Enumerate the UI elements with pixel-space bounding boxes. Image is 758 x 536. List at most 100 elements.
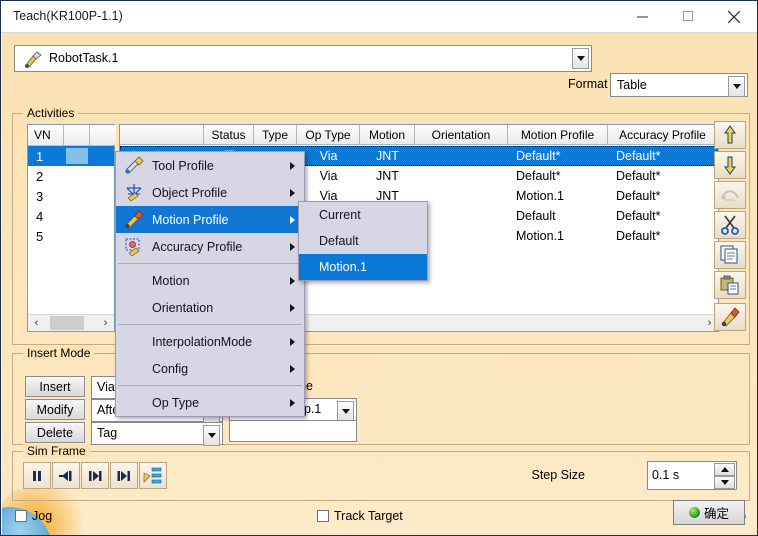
cut-button[interactable]	[714, 211, 746, 239]
insert-target-combo[interactable]: Tag	[91, 422, 223, 446]
minimize-button[interactable]	[619, 1, 665, 32]
track-target-checkbox[interactable]: Track Target	[317, 509, 403, 523]
step-size-decrement[interactable]	[714, 476, 735, 489]
format-combo[interactable]: Table	[610, 73, 748, 97]
step-forward-button[interactable]	[81, 462, 109, 489]
vn-row[interactable]: 2	[28, 166, 114, 186]
column-header-status[interactable]: Status	[204, 125, 254, 145]
vn-horizontal-scrollbar[interactable]: ‹ ›	[28, 314, 114, 331]
activities-side-toolbar	[714, 121, 748, 337]
format-dropdown-arrow[interactable]	[728, 76, 745, 97]
data-grid-header: Status Type Op Type Motion Orientation M…	[120, 125, 718, 146]
vn-row-number: 5	[36, 228, 44, 244]
cell-motion: JNT	[376, 149, 399, 163]
sim-frame-group: Sim Frame Step Size 0.1 s	[12, 444, 750, 501]
column-header-accuracy-profile[interactable]: Accuracy Profile	[608, 125, 718, 145]
ok-button[interactable]: 确定	[673, 500, 745, 525]
motion-profile-submenu: Current Default Motion.1	[298, 201, 428, 281]
ok-button-label: 确定	[703, 507, 729, 521]
cut-icon	[721, 215, 739, 235]
menu-item-op-type[interactable]: Op Type	[116, 389, 304, 416]
menu-item-config[interactable]: Config	[116, 355, 304, 382]
modify-button[interactable]: Modify	[25, 399, 85, 420]
teach-button[interactable]	[714, 303, 746, 331]
vn-row[interactable]: 4	[28, 206, 114, 226]
move-down-button[interactable]	[714, 151, 746, 179]
move-up-button[interactable]	[714, 121, 746, 149]
cell-motion-profile: Default*	[516, 169, 561, 183]
pause-button[interactable]	[23, 462, 51, 489]
copy-button[interactable]	[714, 241, 746, 269]
submenu-item-default[interactable]: Default	[299, 228, 427, 254]
step-size-input[interactable]: 0.1 s	[647, 461, 737, 490]
menu-item-object-profile[interactable]: Object Profile	[116, 179, 304, 206]
menu-item-motion[interactable]: Motion	[116, 267, 304, 294]
delete-button[interactable]: Delete	[25, 422, 85, 443]
menu-item-motion-profile[interactable]: Motion Profile	[116, 206, 304, 233]
menu-item-orientation[interactable]: Orientation	[116, 294, 304, 321]
accuracy-profile-icon	[125, 238, 140, 256]
chevron-right-icon	[290, 304, 295, 312]
column-header-op-type[interactable]: Op Type	[297, 125, 360, 145]
paste-button[interactable]	[714, 271, 746, 299]
teach-dialog-window: Teach(KR100P-1.1) RobotTask.1 Format Tab…	[0, 0, 758, 536]
step-size-increment[interactable]	[714, 463, 735, 476]
menu-item-label: Accuracy Profile	[152, 239, 243, 254]
step-size-label: Step Size	[531, 468, 585, 482]
cell-orientation	[415, 226, 508, 246]
vn-column-header-3[interactable]	[90, 125, 116, 145]
menu-item-accuracy-profile[interactable]: Accuracy Profile	[116, 233, 304, 260]
jump-to-end-icon	[117, 470, 130, 481]
jog-checkbox[interactable]: Jog	[15, 509, 52, 523]
vn-column-header-2[interactable]	[64, 125, 90, 145]
simulate-button[interactable]	[139, 462, 167, 489]
vn-row[interactable]: 5	[28, 226, 114, 246]
column-header-motion-profile[interactable]: Motion Profile	[508, 125, 608, 145]
reverse-button	[714, 181, 746, 209]
column-header-type[interactable]: Type	[254, 125, 297, 145]
pause-icon	[33, 470, 41, 481]
column-header-name[interactable]	[120, 125, 204, 145]
robot-task-dropdown-arrow[interactable]	[572, 48, 589, 69]
tag-group-dropdown-arrow[interactable]	[337, 401, 354, 422]
vn-row-color-swatch	[64, 146, 114, 166]
tag-name-input[interactable]	[229, 420, 357, 442]
menu-item-interpolation-mode[interactable]: InterpolationMode	[116, 328, 304, 355]
scrollbar-thumb[interactable]	[50, 316, 84, 330]
jog-checkbox-box	[15, 510, 27, 522]
vn-grid[interactable]: VN 1 2 3 4 5 ‹ ›	[27, 124, 116, 332]
cell-motion-profile: Motion.1	[516, 229, 564, 243]
submenu-item-motion-1[interactable]: Motion.1	[299, 254, 427, 280]
chevron-right-icon	[290, 189, 295, 197]
dialog-client-area: RobotTask.1 Format Table Activities VN 1	[2, 33, 757, 535]
scroll-right-icon[interactable]: ›	[97, 316, 114, 330]
vn-row[interactable]: 3	[28, 186, 114, 206]
format-label: Format	[568, 77, 608, 91]
vn-column-header[interactable]: VN	[28, 125, 64, 145]
maximize-button[interactable]	[665, 1, 711, 32]
robot-task-combo[interactable]: RobotTask.1	[14, 45, 592, 72]
jump-to-end-button[interactable]	[110, 462, 138, 489]
column-header-orientation[interactable]: Orientation	[415, 125, 508, 145]
insert-target-dropdown-arrow[interactable]	[203, 425, 220, 446]
menu-item-tool-profile[interactable]: Tool Profile	[116, 152, 304, 179]
step-back-button[interactable]	[52, 462, 80, 489]
vn-row[interactable]: 1	[28, 146, 114, 166]
move-up-icon	[724, 125, 736, 144]
insert-target-value: Tag	[97, 426, 118, 440]
insert-button[interactable]: Insert	[25, 376, 85, 397]
submenu-item-current[interactable]: Current	[299, 202, 427, 228]
cell-accuracy-profile: Default*	[616, 229, 661, 243]
column-header-motion[interactable]: Motion	[360, 125, 415, 145]
cell-motion-profile: Default	[516, 209, 556, 223]
vn-grid-header: VN	[28, 125, 116, 146]
vn-row-number: 2	[36, 168, 44, 184]
track-target-checkbox-box	[317, 510, 329, 522]
menu-item-label: Op Type	[152, 395, 200, 410]
chevron-right-icon	[290, 277, 295, 285]
close-button[interactable]	[711, 1, 757, 32]
menu-separator	[118, 385, 302, 386]
cell-accuracy-profile: Default*	[616, 189, 661, 203]
scroll-left-icon[interactable]: ‹	[28, 316, 45, 330]
menu-item-label: Object Profile	[152, 185, 228, 200]
